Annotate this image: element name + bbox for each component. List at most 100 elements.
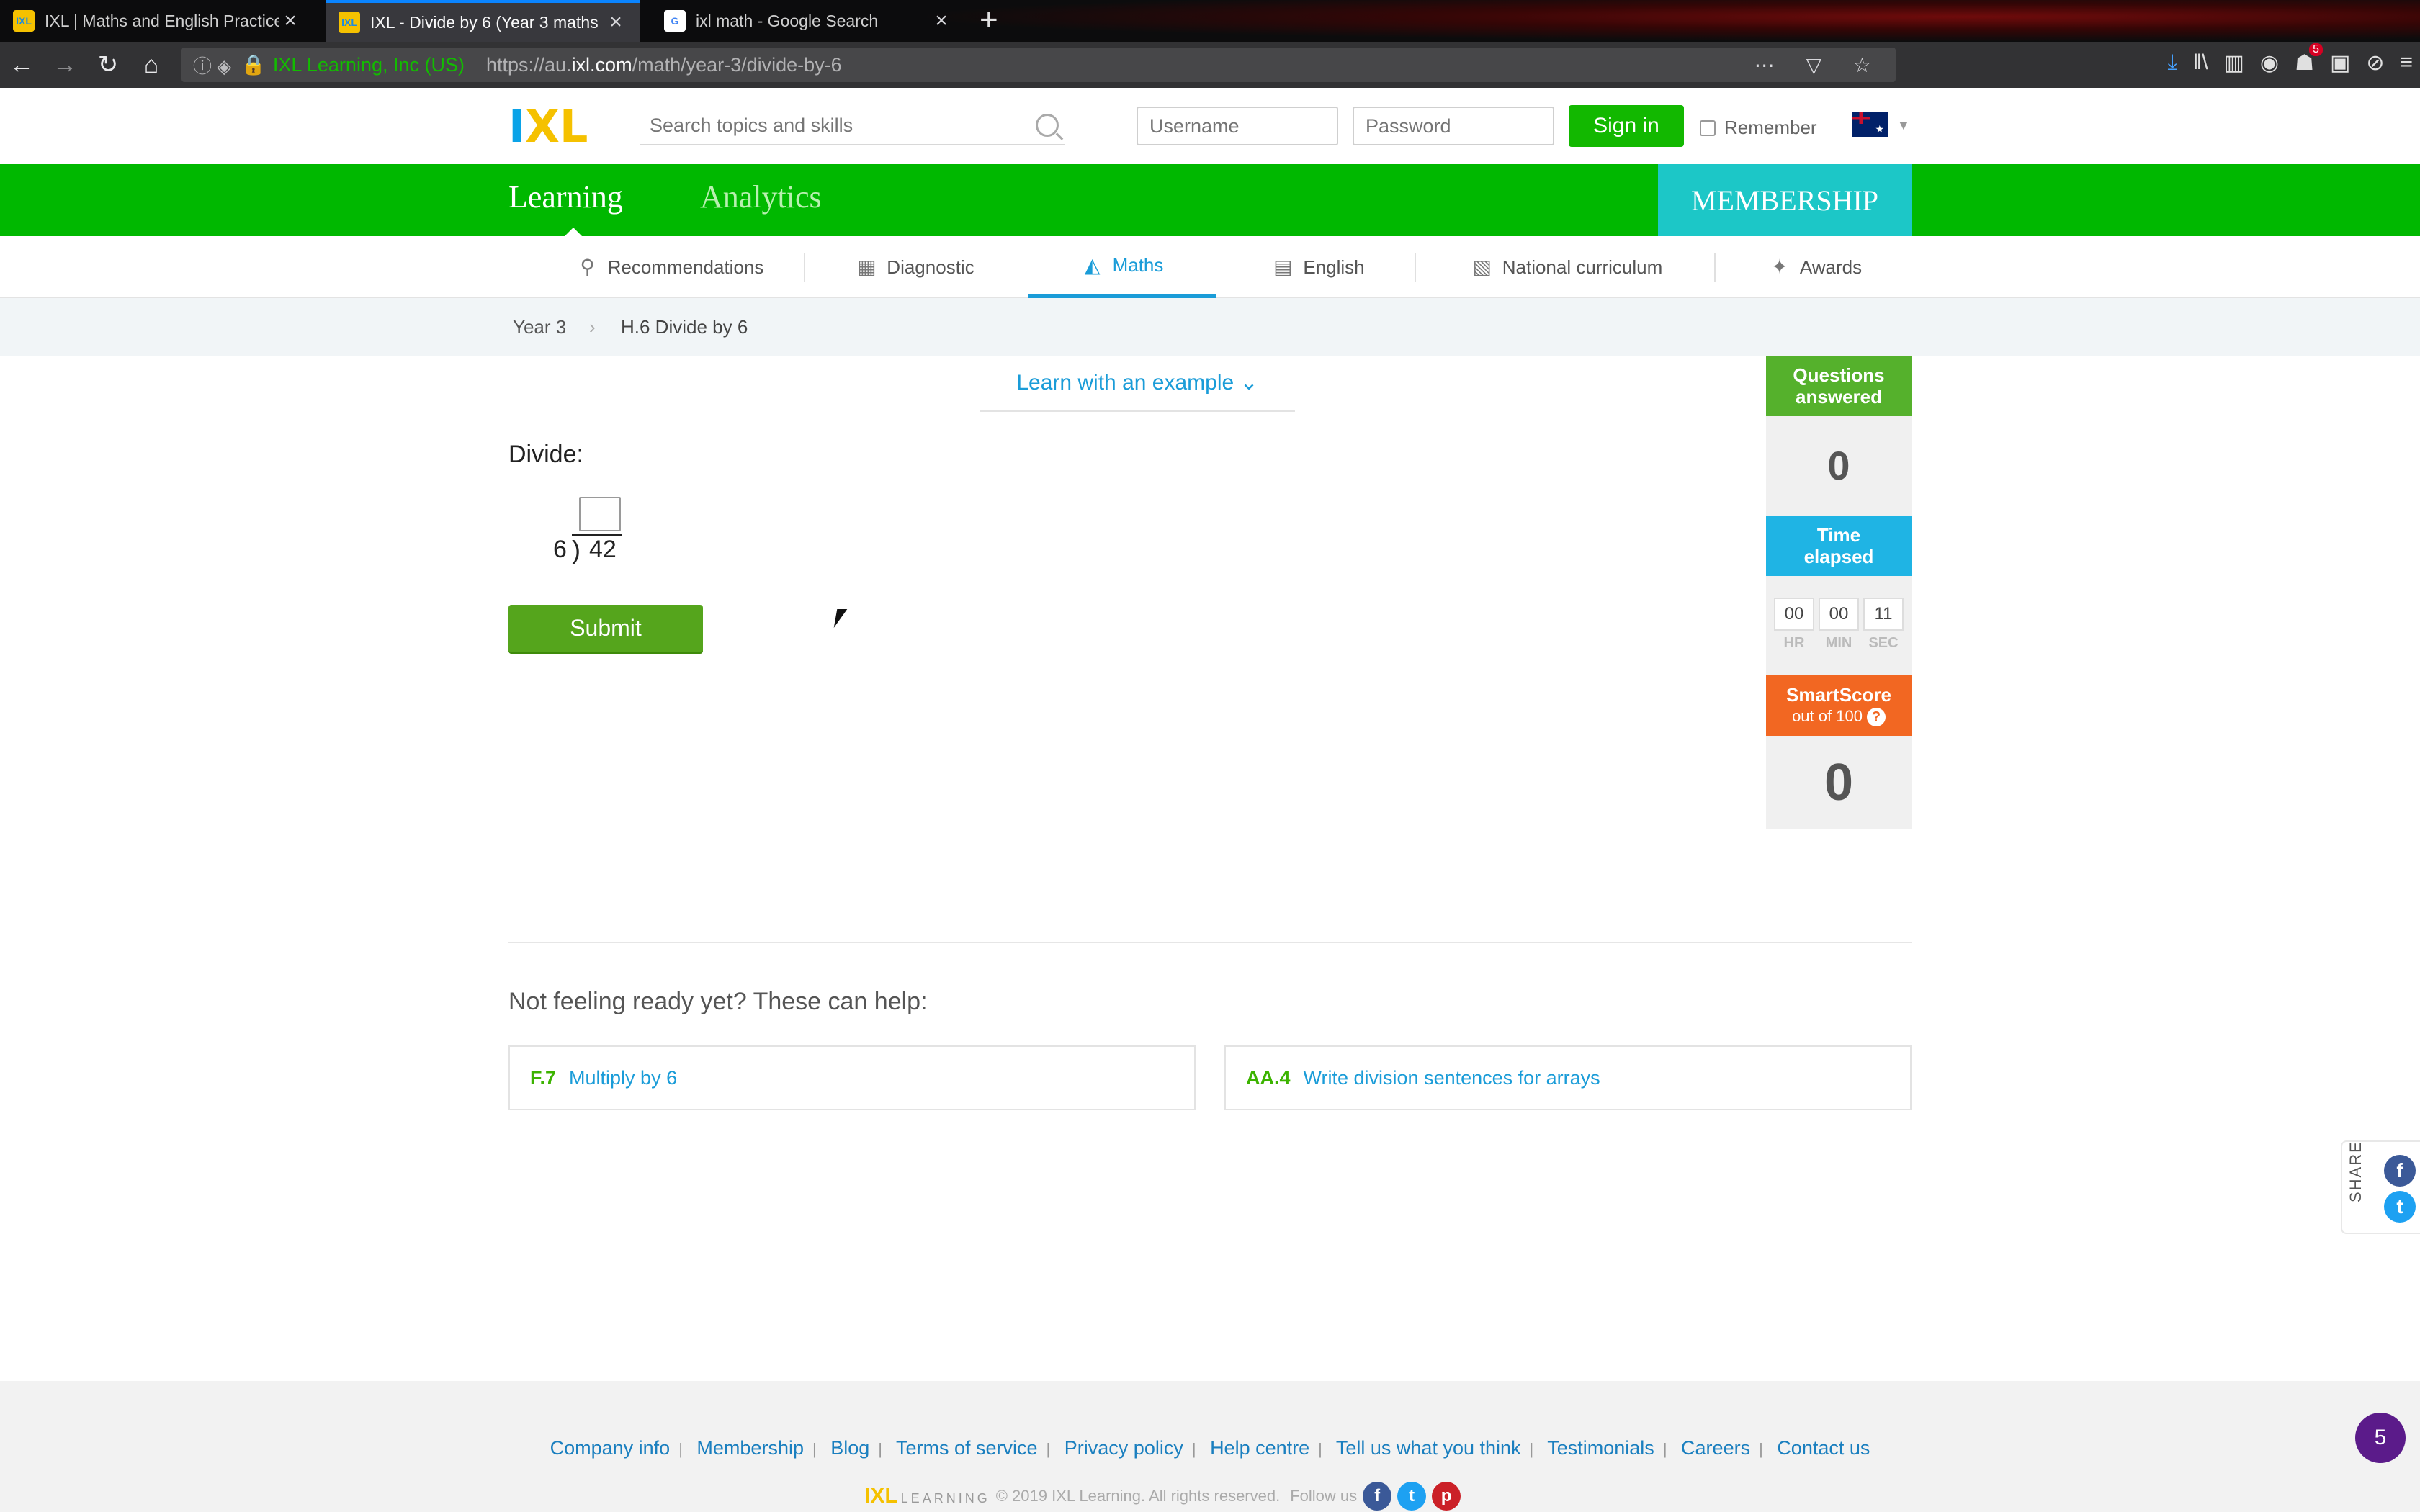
notification-badge[interactable]: 5 — [2355, 1413, 2406, 1463]
remember-option[interactable]: Remember — [1700, 117, 1817, 139]
close-icon[interactable]: × — [605, 10, 627, 35]
help-skill-card[interactable]: AA.4 Write division sentences for arrays — [1224, 1045, 1912, 1110]
menu-icon[interactable]: ≡ — [2400, 50, 2413, 76]
account-icon[interactable]: ◉ — [2260, 50, 2279, 76]
stat-label: Time elapsed — [1803, 524, 1874, 567]
footer-link[interactable]: Tell us what you think — [1336, 1437, 1521, 1459]
remember-label: Remember — [1724, 117, 1817, 138]
footer-link[interactable]: Help centre — [1210, 1437, 1309, 1459]
tab-recommendations[interactable]: ⚲ Recommendations — [547, 236, 792, 298]
lock-icon: 🔒 — [241, 54, 266, 76]
divider — [804, 253, 805, 282]
copyright: © 2019 IXL Learning. All rights reserved… — [995, 1487, 1281, 1505]
tab-label: Recommendations — [607, 256, 764, 278]
tab-title: IXL - Divide by 6 (Year 3 maths — [370, 12, 599, 32]
twitter-icon[interactable]: t — [2384, 1191, 2416, 1223]
hours-unit: HR — [1783, 635, 1805, 651]
password-field[interactable] — [1353, 107, 1554, 145]
close-icon[interactable]: × — [931, 9, 952, 33]
notification-icon[interactable]: ☗ — [2295, 43, 2323, 76]
footer-links: Company info | Membership | Blog | Terms of… — [550, 1437, 1870, 1459]
submit-button[interactable]: Submit — [508, 605, 703, 654]
footer-link[interactable]: Privacy policy — [1065, 1437, 1183, 1459]
browser-tab-2[interactable]: IXL IXL - Divide by 6 (Year 3 maths × — [326, 0, 640, 42]
seconds-value: 11 — [1863, 598, 1904, 631]
stat-label: SmartScore — [1786, 684, 1891, 706]
ixl-logo[interactable]: IXL — [508, 104, 588, 149]
new-tab-icon[interactable]: + — [980, 4, 998, 36]
pinterest-icon[interactable]: p — [1432, 1482, 1461, 1511]
chevron-down-icon[interactable]: ▼ — [1897, 118, 1910, 133]
english-icon: ▤ — [1273, 256, 1293, 278]
tab-label: National curriculum — [1502, 256, 1663, 278]
footer-link[interactable]: Testimonials — [1547, 1437, 1654, 1459]
sidebar-icon[interactable]: ▥ — [2224, 50, 2244, 76]
tab-national-curriculum[interactable]: ▧ National curriculum — [1448, 236, 1685, 298]
awards-icon: ✦ — [1771, 256, 1788, 278]
browser-tab-3[interactable]: G ixl math - Google Search × — [651, 0, 965, 42]
download-icon[interactable]: ⤓ — [2168, 50, 2177, 76]
divisor: 6 — [553, 536, 567, 563]
divider — [1714, 253, 1716, 282]
answer-input[interactable] — [579, 497, 621, 531]
chevron-down-icon: ⌄ — [1240, 371, 1258, 395]
share-widget: SHARE f t — [2341, 1140, 2420, 1234]
tab-diagnostic[interactable]: ▦ Diagnostic — [828, 236, 1001, 298]
footer: Company info | Membership | Blog | Terms of… — [0, 1381, 2420, 1512]
divider — [508, 942, 1912, 943]
footer-link[interactable]: Company info — [550, 1437, 671, 1459]
info-icon[interactable]: ⓘ ◈ — [193, 52, 231, 78]
help-skill-card[interactable]: F.7 Multiply by 6 — [508, 1045, 1196, 1110]
tab-label: Diagnostic — [887, 256, 974, 278]
stats-panel: Questions answered 0 Time elapsed 00 HR … — [1766, 356, 1912, 829]
browser-tab-1[interactable]: IXL IXL | Maths and English Practice × — [0, 0, 314, 42]
forward-icon[interactable]: → — [43, 51, 86, 79]
ixl-learning-logo[interactable]: IXL LEARNING — [864, 1484, 990, 1508]
blocker-icon[interactable]: ⊘ — [2366, 50, 2384, 76]
time-minutes: 00 MIN — [1819, 598, 1859, 675]
learn-with-example-link[interactable]: Learn with an example ⌄ — [980, 360, 1295, 412]
close-icon[interactable]: × — [279, 9, 301, 33]
url-bar[interactable]: ⓘ ◈ 🔒 IXL Learning, Inc (US) https://au.… — [182, 48, 1896, 82]
tab-label: English — [1303, 256, 1365, 278]
tab-title: ixl math - Google Search — [696, 11, 879, 30]
tab-maths[interactable]: ◭ Maths — [1028, 236, 1216, 298]
twitter-icon[interactable]: t — [1397, 1482, 1427, 1511]
extension-icon[interactable]: ▣ — [2330, 50, 2350, 76]
membership-button[interactable]: MEMBERSHIP — [1658, 164, 1912, 236]
page-actions-icon[interactable]: ⋯ ▽ ☆ — [1754, 53, 1884, 77]
ixl-icon: IXL — [339, 12, 360, 33]
nav-analytics[interactable]: Analytics — [700, 179, 822, 215]
share-label: SHARE — [2347, 1140, 2365, 1202]
home-icon[interactable]: ⌂ — [130, 51, 173, 79]
australia-flag-icon[interactable] — [1852, 112, 1888, 137]
site-identity[interactable]: IXL Learning, Inc (US) — [273, 54, 465, 76]
nav-learning[interactable]: Learning — [508, 179, 623, 215]
footer-link[interactable]: Careers — [1681, 1437, 1750, 1459]
tab-english[interactable]: ▤ English — [1246, 236, 1390, 298]
skill-name[interactable]: Multiply by 6 — [569, 1067, 677, 1089]
search-icon[interactable] — [1036, 114, 1059, 137]
back-icon[interactable]: ← — [0, 51, 43, 79]
url-text[interactable]: https://au.ixl.com/math/year-3/divide-by… — [486, 54, 842, 76]
seconds-unit: SEC — [1868, 635, 1899, 651]
search-input[interactable] — [650, 114, 1036, 137]
help-icon[interactable]: ? — [1866, 708, 1886, 726]
reload-icon[interactable]: ↻ — [86, 50, 130, 79]
learn-example-label: Learn with an example — [1016, 371, 1234, 395]
breadcrumb-level[interactable]: Year 3 — [513, 316, 566, 338]
subject-nav: ⚲ Recommendations ▦ Diagnostic ◭ Maths ▤… — [0, 236, 2420, 298]
smartscore-label: SmartScore out of 100? — [1766, 675, 1912, 736]
remember-checkbox[interactable] — [1700, 120, 1716, 136]
footer-link[interactable]: Membership — [696, 1437, 804, 1459]
facebook-icon[interactable]: f — [2384, 1155, 2416, 1187]
username-field[interactable] — [1137, 107, 1338, 145]
footer-link[interactable]: Contact us — [1777, 1437, 1870, 1459]
footer-link[interactable]: Blog — [830, 1437, 869, 1459]
sign-in-button[interactable]: Sign in — [1569, 105, 1684, 147]
skill-name[interactable]: Write division sentences for arrays — [1304, 1067, 1600, 1089]
library-icon[interactable]: ‖\ — [2193, 50, 2208, 76]
tab-awards[interactable]: ✦ Awards — [1750, 236, 1880, 298]
facebook-icon[interactable]: f — [1363, 1482, 1392, 1511]
footer-link[interactable]: Terms of service — [896, 1437, 1038, 1459]
